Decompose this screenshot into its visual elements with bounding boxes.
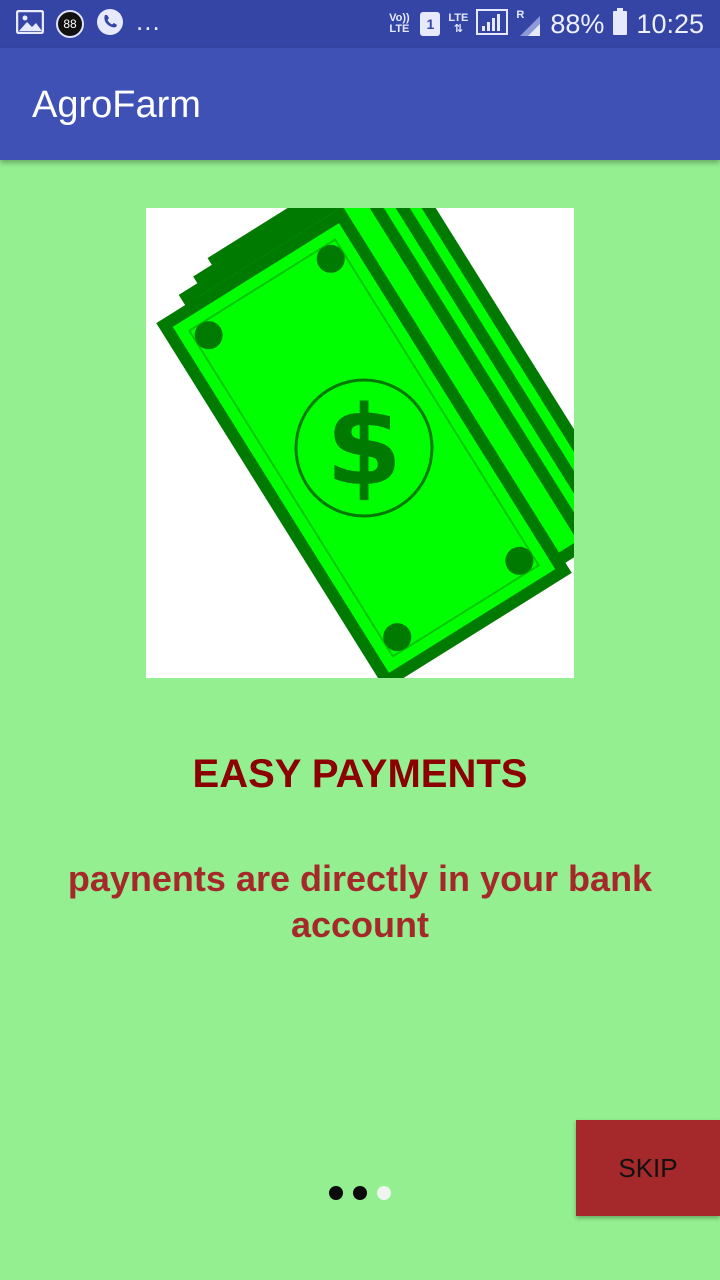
status-bar: 88 ... Vo)) LTE 1 LTE ⇅ R 88% 10:25	[0, 0, 720, 48]
signal-strength-icon	[476, 8, 509, 41]
battery-percent: 88%	[550, 8, 605, 39]
page-dot-2[interactable]	[353, 1186, 367, 1200]
data-arrows-icon: ⇅	[453, 23, 463, 35]
status-bar-right: Vo)) LTE 1 LTE ⇅ R 88% 10:25	[386, 6, 704, 42]
volte-label: Vo)) LTE	[389, 12, 410, 35]
onboarding-description: paynents are directly in your bank accou…	[67, 858, 653, 945]
svg-text:$: $	[326, 382, 403, 510]
onboarding-heading: EASY PAYMENTS	[192, 752, 528, 796]
volte-indicator: Vo)) LTE	[386, 13, 412, 35]
battery-icon	[612, 7, 628, 41]
money-illustration: $	[146, 141, 624, 690]
onboarding-screen: 88 ... Vo)) LTE 1 LTE ⇅ R 88% 10:25 Agro…	[0, 0, 720, 1280]
page-dot-3[interactable]	[377, 1186, 391, 1200]
notification-badge-icon: 88	[56, 10, 84, 38]
page-dot-1[interactable]	[329, 1186, 343, 1200]
sim-slot-icon: 1	[420, 12, 441, 36]
app-title: AgroFarm	[32, 84, 201, 126]
phone-call-icon	[96, 8, 124, 41]
money-stack-icon: $	[156, 141, 624, 690]
skip-button[interactable]: SKIP	[576, 1120, 720, 1216]
more-notifications-indicator: ...	[136, 6, 161, 36]
clock: 10:25	[636, 8, 704, 39]
roaming-signal-icon: R	[516, 10, 542, 38]
app-bar: AgroFarm	[0, 48, 720, 160]
network-type-indicator: LTE ⇅	[448, 13, 468, 35]
gallery-icon	[15, 9, 45, 39]
status-bar-left: 88 ...	[15, 6, 161, 41]
